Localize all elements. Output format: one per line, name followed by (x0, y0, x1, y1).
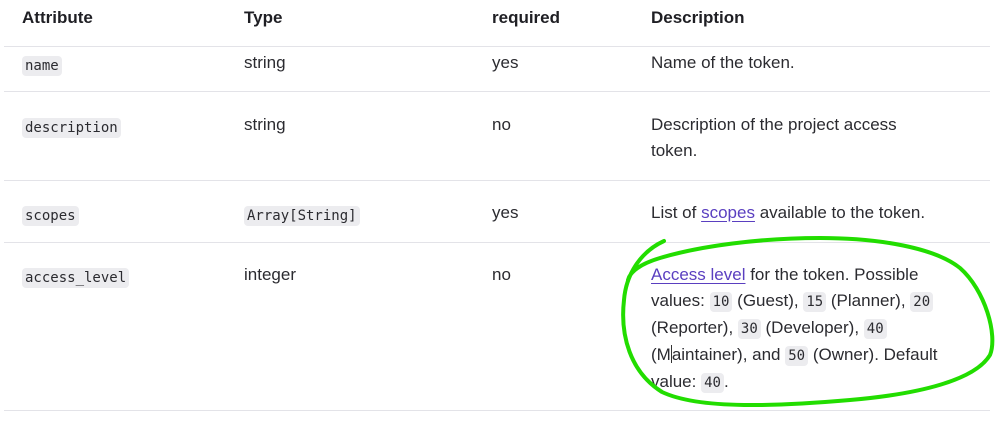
attribute-code: name (22, 56, 62, 76)
type-cell: integer (244, 265, 296, 284)
attribute-cell: description (22, 114, 121, 141)
description-text: aintainer), and (671, 345, 786, 364)
description-text: (Planner), (826, 291, 911, 310)
access-level-link[interactable]: Access level (651, 265, 745, 284)
scopes-link[interactable]: scopes (701, 203, 755, 222)
description-cell: List of scopes available to the token. (651, 200, 971, 226)
value-code: 20 (910, 292, 934, 312)
attribute-code: access_level (22, 268, 130, 288)
description-text: values: (651, 291, 710, 310)
description-cell: Description of the project access token. (651, 112, 971, 164)
table-row-name: name string yes Name of the token. (4, 47, 990, 92)
description-line-1: Description of the project access (651, 115, 897, 134)
description-text: (Guest), (732, 291, 804, 310)
description-text: (M (651, 345, 671, 364)
table-row-description: description string no Description of the… (4, 92, 990, 181)
attribute-cell: name (22, 52, 62, 79)
description-text: for the token. Possible (745, 265, 919, 284)
description-text: (Developer), (760, 318, 864, 337)
description-cell: Name of the token. (651, 53, 795, 72)
api-attributes-table: Attribute Type required Description name… (4, 0, 990, 411)
required-cell: yes (492, 203, 519, 222)
attribute-cell: scopes (22, 202, 79, 229)
value-code: 50 (785, 346, 809, 366)
value-code: 30 (737, 319, 761, 339)
description-text: value: (651, 372, 702, 391)
header-attribute: Attribute (22, 8, 93, 27)
required-cell: no (492, 265, 511, 284)
type-cell: string (244, 115, 286, 134)
value-code: 10 (709, 292, 733, 312)
value-code: 40 (701, 373, 724, 393)
value-code: 15 (803, 292, 827, 312)
attribute-cell: access_level (22, 264, 130, 291)
type-code: Array[String] (244, 206, 360, 226)
description-text: (Owner). Default (808, 345, 938, 364)
description-line-2: token. (651, 141, 698, 160)
type-cell: string (244, 53, 286, 72)
header-type: Type (244, 8, 283, 27)
required-cell: yes (492, 53, 519, 72)
attribute-code: scopes (22, 206, 79, 226)
table-header-row: Attribute Type required Description (4, 0, 990, 47)
required-cell: no (492, 115, 511, 134)
header-description: Description (651, 8, 745, 27)
description-cell: Access level for the token. Possible val… (651, 262, 971, 396)
description-text: (Reporter), (651, 318, 738, 337)
value-code: 40 (863, 319, 887, 339)
type-cell: Array[String] (244, 202, 360, 229)
header-required: required (492, 8, 561, 27)
table-row-scopes: scopes Array[String] yes List of scopes … (4, 181, 990, 243)
description-text: . (723, 372, 729, 391)
description-text: List of (651, 203, 702, 222)
table-row-access-level: access_level integer no Access level for… (4, 243, 990, 411)
description-text: available to the token. (754, 203, 926, 222)
attribute-code: description (22, 118, 121, 138)
